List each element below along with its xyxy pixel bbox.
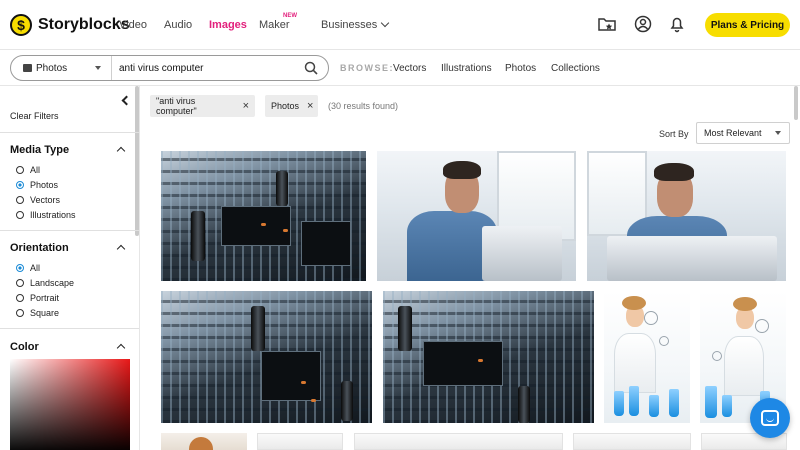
page-scrollbar[interactable] (794, 86, 798, 120)
option-label: All (30, 263, 41, 273)
color-picker[interactable] (10, 359, 130, 450)
partial-photo[interactable] (257, 433, 343, 450)
radio-button-checked (16, 264, 24, 272)
clear-filters-link[interactable]: Clear Filters (10, 111, 59, 121)
circuit-board-photo[interactable] (383, 291, 594, 423)
circuit-board-photo[interactable] (161, 151, 366, 281)
chat-icon (761, 410, 779, 426)
media-type-option-illustrations[interactable]: Illustrations (16, 210, 76, 220)
caret-down-icon (95, 66, 101, 70)
browse-illustrations[interactable]: Illustrations (441, 63, 492, 74)
chevron-up-icon[interactable] (116, 343, 126, 353)
plans-pricing-button[interactable]: Plans & Pricing (705, 13, 790, 37)
man-at-laptop-photo[interactable] (587, 151, 786, 281)
radio-button (16, 279, 24, 287)
close-icon[interactable]: × (307, 100, 313, 112)
scientist-lab-photo[interactable] (604, 291, 690, 423)
option-label: Illustrations (30, 210, 76, 220)
notifications-bell-icon[interactable] (667, 14, 687, 34)
search-row: Photos BROWSE: Vectors Illustrations Pho… (0, 50, 800, 86)
caret-down-icon (775, 131, 781, 135)
media-type-select[interactable]: Photos (11, 56, 112, 80)
radio-button-checked (16, 181, 24, 189)
nav-businesses-label: Businesses (321, 19, 378, 31)
media-type-title[interactable]: Media Type (10, 144, 69, 156)
browse-photos[interactable]: Photos (505, 63, 536, 74)
option-label: Portrait (30, 293, 60, 303)
chip-label: Photos (271, 101, 300, 111)
photos-filter-chip[interactable]: Photos × (265, 95, 318, 117)
orientation-title[interactable]: Orientation (10, 242, 69, 254)
media-type-value: Photos (36, 62, 68, 74)
chip-label: "anti virus computer" (156, 96, 197, 116)
radio-button (16, 166, 24, 174)
radio-button (16, 196, 24, 204)
divider (0, 230, 139, 231)
favorites-folder-icon[interactable] (597, 14, 617, 34)
search-input[interactable] (119, 61, 299, 75)
browse-label: BROWSE: (340, 63, 394, 73)
orientation-option-landscape[interactable]: Landscape (16, 278, 74, 288)
close-icon[interactable]: × (243, 100, 249, 112)
collapse-sidebar-icon[interactable] (121, 95, 132, 106)
storyblocks-logo[interactable]: $ Storyblocks (10, 14, 130, 36)
logo-mark-icon: $ (10, 14, 32, 36)
radio-button (16, 309, 24, 317)
media-type-option-photos[interactable]: Photos (16, 180, 58, 190)
chevron-down-icon (381, 18, 390, 28)
divider (0, 132, 139, 133)
search-icon[interactable] (304, 61, 318, 75)
brand-name: Storyblocks (38, 16, 130, 33)
filter-sidebar: Clear Filters Media Type All Photos Vect… (0, 86, 140, 450)
divider (0, 328, 139, 329)
circuit-board-photo[interactable] (161, 291, 372, 423)
media-type-option-vectors[interactable]: Vectors (16, 195, 60, 205)
chevron-up-icon[interactable] (116, 244, 126, 254)
option-label: Square (30, 308, 60, 318)
radio-button (16, 294, 24, 302)
man-at-laptop-photo[interactable] (377, 151, 576, 281)
partial-photo[interactable] (573, 433, 691, 450)
sidebar-scrollbar[interactable] (135, 86, 139, 236)
top-navigation: $ Storyblocks Video Audio Images Maker N… (0, 0, 800, 50)
orientation-option-square[interactable]: Square (16, 308, 59, 318)
nav-businesses[interactable]: Businesses (321, 18, 390, 31)
search-box: Photos (10, 55, 329, 81)
new-badge: NEW (283, 13, 297, 19)
chevron-up-icon[interactable] (116, 146, 126, 156)
partial-photo[interactable] (354, 433, 563, 450)
sort-select[interactable]: Most Relevant (696, 122, 790, 144)
radio-button (16, 211, 24, 219)
option-label: All (30, 165, 41, 175)
nav-images[interactable]: Images (209, 19, 247, 31)
nav-audio[interactable]: Audio (164, 19, 192, 31)
color-title[interactable]: Color (10, 341, 39, 353)
nav-maker[interactable]: Maker (259, 19, 290, 31)
results-count: (30 results found) (328, 101, 399, 111)
nav-video[interactable]: Video (119, 19, 147, 31)
orientation-option-portrait[interactable]: Portrait (16, 293, 59, 303)
option-label: Vectors (30, 195, 61, 205)
image-icon (23, 64, 32, 72)
sort-by-label: Sort By (659, 129, 689, 139)
account-icon[interactable] (633, 14, 653, 34)
partial-photo[interactable] (161, 433, 247, 450)
media-type-option-all[interactable]: All (16, 165, 40, 175)
sort-value: Most Relevant (704, 128, 762, 138)
query-filter-chip[interactable]: "anti virus computer" × (150, 95, 255, 117)
orientation-option-all[interactable]: All (16, 263, 40, 273)
browse-collections[interactable]: Collections (551, 63, 600, 74)
chat-support-button[interactable] (750, 398, 790, 438)
browse-vectors[interactable]: Vectors (393, 63, 426, 74)
option-label: Photos (30, 180, 59, 190)
option-label: Landscape (30, 278, 75, 288)
